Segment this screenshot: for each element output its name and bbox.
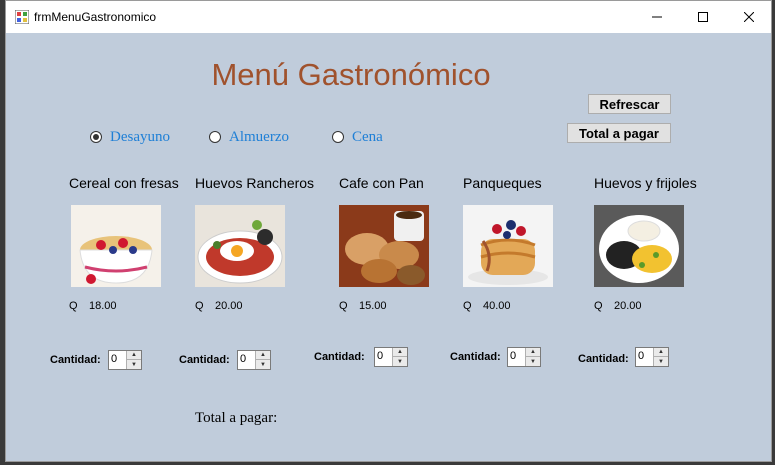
cereal-image bbox=[71, 205, 161, 287]
stepper-down-icon[interactable]: ▼ bbox=[526, 357, 540, 366]
item-price: Q 18.00 bbox=[69, 300, 117, 312]
stepper-up-icon[interactable]: ▲ bbox=[654, 348, 668, 357]
item-price: Q 20.00 bbox=[594, 300, 642, 312]
stepper-arrows[interactable]: ▲ ▼ bbox=[653, 348, 668, 366]
item-name: Huevos Rancheros bbox=[195, 175, 315, 191]
maximize-button[interactable] bbox=[680, 1, 726, 33]
quantity-label: Cantidad: bbox=[179, 354, 230, 366]
quantity-label: Cantidad: bbox=[314, 351, 365, 363]
quantity-stepper[interactable]: 0 ▲ ▼ bbox=[108, 350, 142, 370]
item-name: Panqueques bbox=[463, 175, 542, 191]
item-price: Q 15.00 bbox=[339, 300, 387, 312]
price-value: 40.00 bbox=[483, 300, 511, 312]
item-name: Huevos y frijoles bbox=[594, 175, 697, 191]
stepper-arrows[interactable]: ▲ ▼ bbox=[392, 348, 407, 366]
price-value: 15.00 bbox=[359, 300, 387, 312]
currency-label: Q bbox=[195, 300, 204, 312]
item-price: Q 40.00 bbox=[463, 300, 511, 312]
stepper-up-icon[interactable]: ▲ bbox=[526, 348, 540, 357]
title-bar: frmMenuGastronomico bbox=[6, 1, 771, 33]
radio-desayuno[interactable]: Desayuno bbox=[90, 129, 170, 145]
page-title: Menú Gastronómico bbox=[211, 57, 491, 92]
quantity-value: 0 bbox=[510, 350, 517, 362]
stepper-up-icon[interactable]: ▲ bbox=[393, 348, 407, 357]
stepper-down-icon[interactable]: ▼ bbox=[654, 357, 668, 366]
radio-circle bbox=[209, 131, 221, 143]
window-title: frmMenuGastronomico bbox=[34, 10, 157, 24]
price-value: 20.00 bbox=[215, 300, 243, 312]
quantity-label: Cantidad: bbox=[578, 353, 629, 365]
stepper-down-icon[interactable]: ▼ bbox=[127, 360, 141, 369]
minimize-icon bbox=[652, 16, 662, 18]
quantity-stepper[interactable]: 0 ▲ ▼ bbox=[374, 347, 408, 367]
total-button[interactable]: Total a pagar bbox=[567, 123, 671, 143]
minimize-button[interactable] bbox=[634, 1, 680, 33]
stepper-arrows[interactable]: ▲ ▼ bbox=[126, 351, 141, 369]
item-name: Cafe con Pan bbox=[339, 175, 424, 191]
price-value: 20.00 bbox=[614, 300, 642, 312]
radio-label: Cena bbox=[352, 128, 383, 145]
item-name: Cereal con fresas bbox=[69, 175, 179, 191]
app-window: frmMenuGastronomico Menú Gastronómico Re… bbox=[5, 0, 772, 462]
currency-label: Q bbox=[594, 300, 603, 312]
radio-almuerzo[interactable]: Almuerzo bbox=[209, 129, 289, 145]
huevos-rancheros-image bbox=[195, 205, 285, 287]
refresh-button[interactable]: Refrescar bbox=[588, 94, 671, 114]
close-button[interactable] bbox=[726, 1, 772, 33]
radio-cena[interactable]: Cena bbox=[332, 129, 383, 145]
stepper-up-icon[interactable]: ▲ bbox=[256, 351, 270, 360]
app-icon bbox=[15, 10, 29, 24]
radio-label: Almuerzo bbox=[229, 128, 289, 145]
radio-circle bbox=[90, 131, 102, 143]
currency-label: Q bbox=[463, 300, 472, 312]
stepper-down-icon[interactable]: ▼ bbox=[393, 357, 407, 366]
price-value: 18.00 bbox=[89, 300, 117, 312]
quantity-value: 0 bbox=[240, 353, 247, 365]
cafe-con-pan-image bbox=[339, 205, 429, 287]
radio-circle bbox=[332, 131, 344, 143]
total-label: Total a pagar: bbox=[195, 410, 278, 426]
quantity-stepper[interactable]: 0 ▲ ▼ bbox=[635, 347, 669, 367]
quantity-value: 0 bbox=[377, 350, 384, 362]
maximize-icon bbox=[698, 12, 708, 22]
quantity-value: 0 bbox=[638, 350, 645, 362]
stepper-down-icon[interactable]: ▼ bbox=[256, 360, 270, 369]
radio-label: Desayuno bbox=[110, 128, 170, 145]
radio-selected-dot bbox=[93, 134, 99, 140]
currency-label: Q bbox=[69, 300, 78, 312]
quantity-label: Cantidad: bbox=[450, 351, 501, 363]
quantity-value: 0 bbox=[111, 353, 118, 365]
close-icon bbox=[744, 12, 754, 22]
currency-label: Q bbox=[339, 300, 348, 312]
panqueques-image bbox=[463, 205, 553, 287]
quantity-label: Cantidad: bbox=[50, 354, 101, 366]
stepper-up-icon[interactable]: ▲ bbox=[127, 351, 141, 360]
huevos-frijoles-image bbox=[594, 205, 684, 287]
quantity-stepper[interactable]: 0 ▲ ▼ bbox=[507, 347, 541, 367]
quantity-stepper[interactable]: 0 ▲ ▼ bbox=[237, 350, 271, 370]
stepper-arrows[interactable]: ▲ ▼ bbox=[255, 351, 270, 369]
stepper-arrows[interactable]: ▲ ▼ bbox=[525, 348, 540, 366]
item-price: Q 20.00 bbox=[195, 300, 243, 312]
